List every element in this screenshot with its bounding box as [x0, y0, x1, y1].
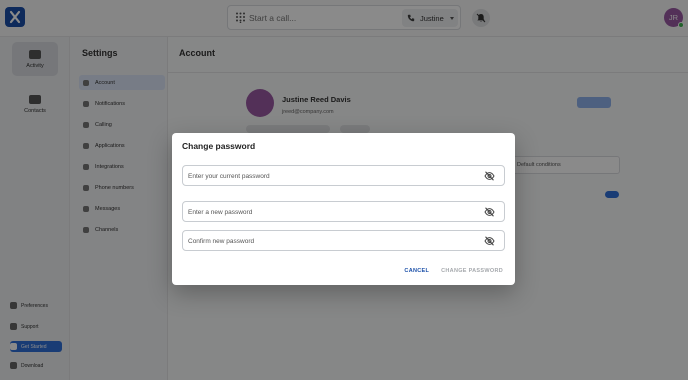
new-password-field [182, 201, 505, 222]
cancel-button[interactable]: CANCEL [401, 265, 432, 277]
confirm-password-input[interactable] [188, 234, 468, 248]
eye-off-icon [484, 171, 495, 181]
change-password-dialog: Change password CANCEL CHANGE PASSWORD [172, 133, 515, 285]
dialog-actions: CANCEL CHANGE PASSWORD [401, 265, 506, 277]
change-password-button[interactable]: CHANGE PASSWORD [438, 265, 506, 277]
eye-off-icon [484, 236, 495, 246]
toggle-visibility-button[interactable] [484, 207, 495, 217]
current-password-field [182, 165, 505, 186]
toggle-visibility-button[interactable] [484, 171, 495, 181]
dialog-title: Change password [182, 141, 256, 151]
toggle-visibility-button[interactable] [484, 236, 495, 246]
new-password-input[interactable] [188, 205, 468, 219]
current-password-input[interactable] [188, 169, 468, 183]
confirm-password-field [182, 230, 505, 251]
eye-off-icon [484, 207, 495, 217]
